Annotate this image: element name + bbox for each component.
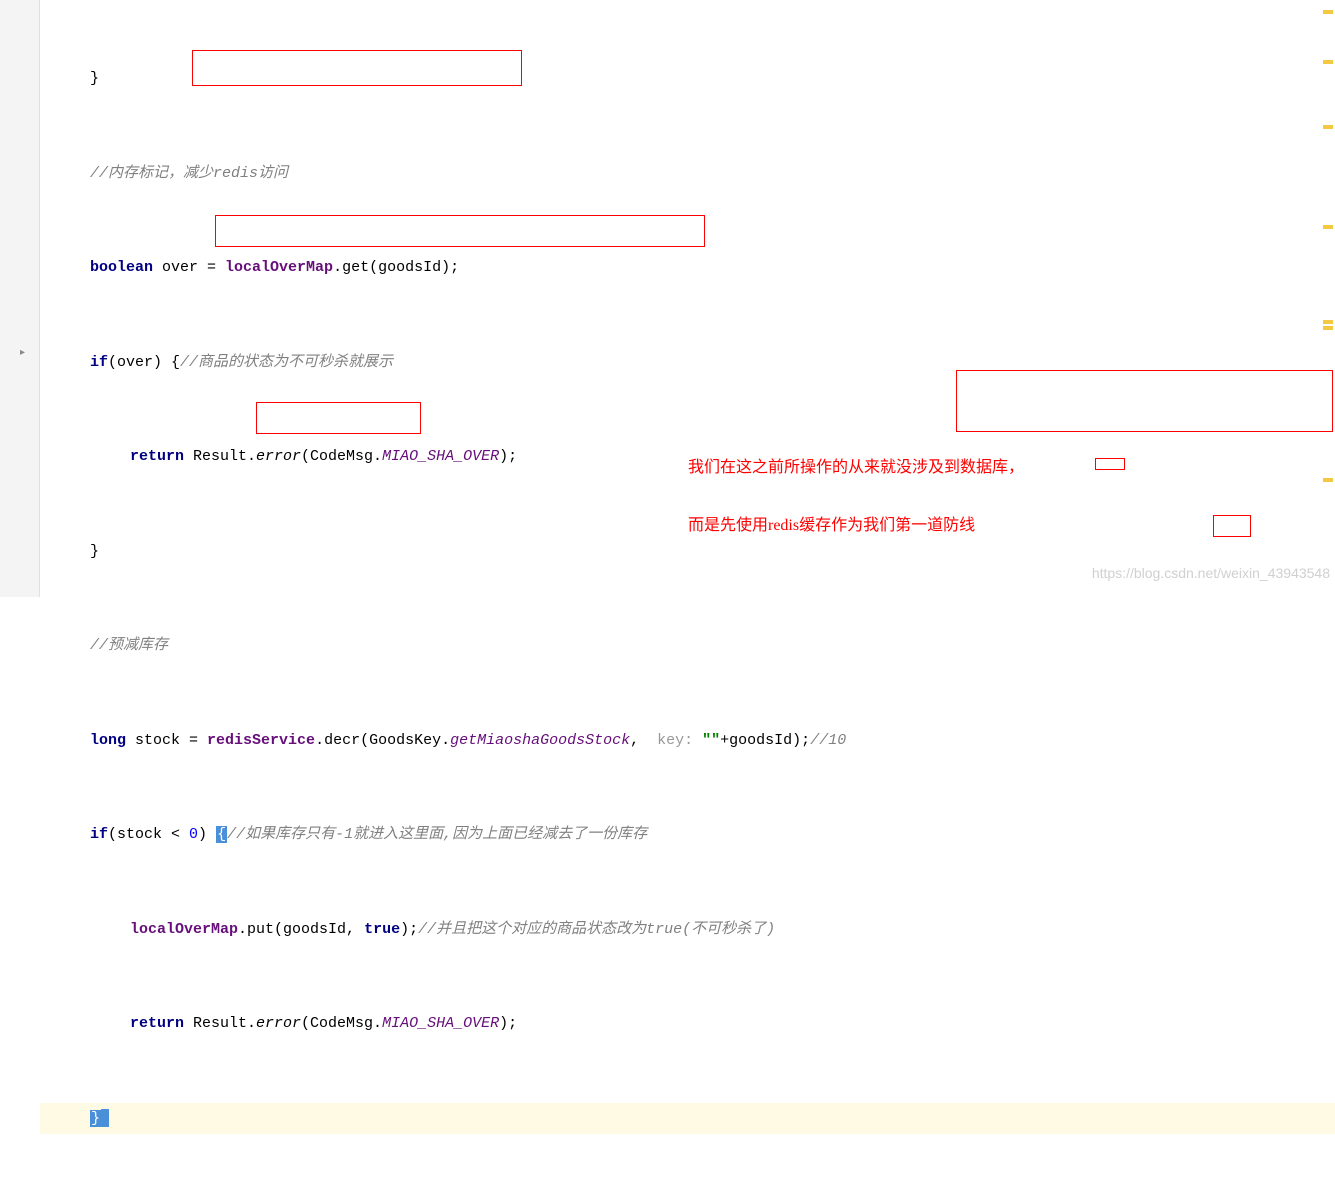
code-text: Result. xyxy=(184,1015,256,1032)
code-editor[interactable]: } //内存标记，减少redis访问 boolean over = localO… xyxy=(40,0,1335,597)
editor-gutter: ▸ xyxy=(0,0,40,597)
keyword-if: if xyxy=(90,354,108,371)
method-call: error xyxy=(256,448,301,465)
comment: //10 xyxy=(810,732,846,749)
number-literal: 0 xyxy=(189,826,198,843)
warning-marker-icon[interactable] xyxy=(1323,125,1333,129)
field-ref: redisService xyxy=(207,732,315,749)
comment: //如果库存只有-1就进入这里面,因为上面已经减去了一份库存 xyxy=(227,826,647,843)
keyword-long: long xyxy=(90,732,126,749)
annotation-text: 我们在这之前所操作的从来就没涉及到数据库， xyxy=(688,452,1024,484)
keyword-if: if xyxy=(90,826,108,843)
code-text: stock = xyxy=(126,732,207,749)
keyword-return: return xyxy=(130,1015,184,1032)
warning-marker-icon[interactable] xyxy=(1323,10,1333,14)
fold-marker-icon[interactable]: ▸ xyxy=(20,338,34,352)
code-line[interactable]: return Result.error(CodeMsg.MIAO_SHA_OVE… xyxy=(40,1008,1335,1040)
comment: //预减库存 xyxy=(90,637,168,654)
code-line[interactable]: boolean over = localOverMap.get(goodsId)… xyxy=(40,252,1335,284)
code-line-highlighted[interactable]: } xyxy=(40,1103,1335,1135)
watermark-text: https://blog.csdn.net/weixin_43943548 xyxy=(1092,558,1330,590)
selection-brace: { xyxy=(216,826,227,843)
code-text: ); xyxy=(499,448,517,465)
code-line[interactable]: if(over) {//商品的状态为不可秒杀就展示 xyxy=(40,347,1335,379)
code-text: .put(goodsId, xyxy=(238,921,364,938)
code-text: +goodsId); xyxy=(720,732,810,749)
code-text: ) xyxy=(198,826,216,843)
string-literal: "" xyxy=(702,732,720,749)
code-text: ); xyxy=(400,921,418,938)
code-text: over = xyxy=(153,259,225,276)
constant-ref: MIAO_SHA_OVER xyxy=(382,448,499,465)
code-text: ); xyxy=(499,1015,517,1032)
code-text: (over) { xyxy=(108,354,180,371)
code-text: (stock < xyxy=(108,826,189,843)
code-line[interactable]: //预减库存 xyxy=(40,630,1335,662)
comment: //内存标记，减少redis访问 xyxy=(90,165,288,182)
param-hint: key: xyxy=(648,732,702,749)
warning-marker-icon[interactable] xyxy=(1323,326,1333,330)
method-call: error xyxy=(256,1015,301,1032)
code-text: (CodeMsg. xyxy=(301,1015,382,1032)
field-ref: localOverMap xyxy=(225,259,333,276)
keyword-return: return xyxy=(130,448,184,465)
code-text: .decr(GoodsKey. xyxy=(315,732,450,749)
warning-marker-icon[interactable] xyxy=(1323,478,1333,482)
code-line[interactable]: //内存标记，减少redis访问 xyxy=(40,158,1335,190)
code-line[interactable]: localOverMap.put(goodsId, true);//并且把这个对… xyxy=(40,914,1335,946)
keyword-boolean: boolean xyxy=(90,259,153,276)
warning-marker-icon[interactable] xyxy=(1323,225,1333,229)
caret-icon xyxy=(101,1109,109,1127)
code-text: , xyxy=(630,732,648,749)
comment: //并且把这个对应的商品状态改为true(不可秒杀了) xyxy=(418,921,775,938)
keyword-true: true xyxy=(364,921,400,938)
comment: //商品的状态为不可秒杀就展示 xyxy=(180,354,393,371)
warning-marker-icon[interactable] xyxy=(1323,60,1333,64)
annotation-text: 而是先使用redis缓存作为我们第一道防线 xyxy=(688,510,975,542)
code-line[interactable]: long stock = redisService.decr(GoodsKey.… xyxy=(40,725,1335,757)
editor-marker-strip[interactable] xyxy=(1323,0,1335,597)
code-line[interactable]: } xyxy=(40,63,1335,95)
code-text: Result. xyxy=(184,448,256,465)
field-ref: localOverMap xyxy=(130,921,238,938)
constant-ref: getMiaoshaGoodsStock xyxy=(450,732,630,749)
constant-ref: MIAO_SHA_OVER xyxy=(382,1015,499,1032)
code-text: .get(goodsId); xyxy=(333,259,459,276)
code-text: (CodeMsg. xyxy=(301,448,382,465)
selection-brace: } xyxy=(90,1110,101,1127)
brace: } xyxy=(90,70,99,87)
code-line[interactable]: if(stock < 0) {//如果库存只有-1就进入这里面,因为上面已经减去… xyxy=(40,819,1335,851)
brace: } xyxy=(90,543,99,560)
warning-marker-icon[interactable] xyxy=(1323,320,1333,324)
